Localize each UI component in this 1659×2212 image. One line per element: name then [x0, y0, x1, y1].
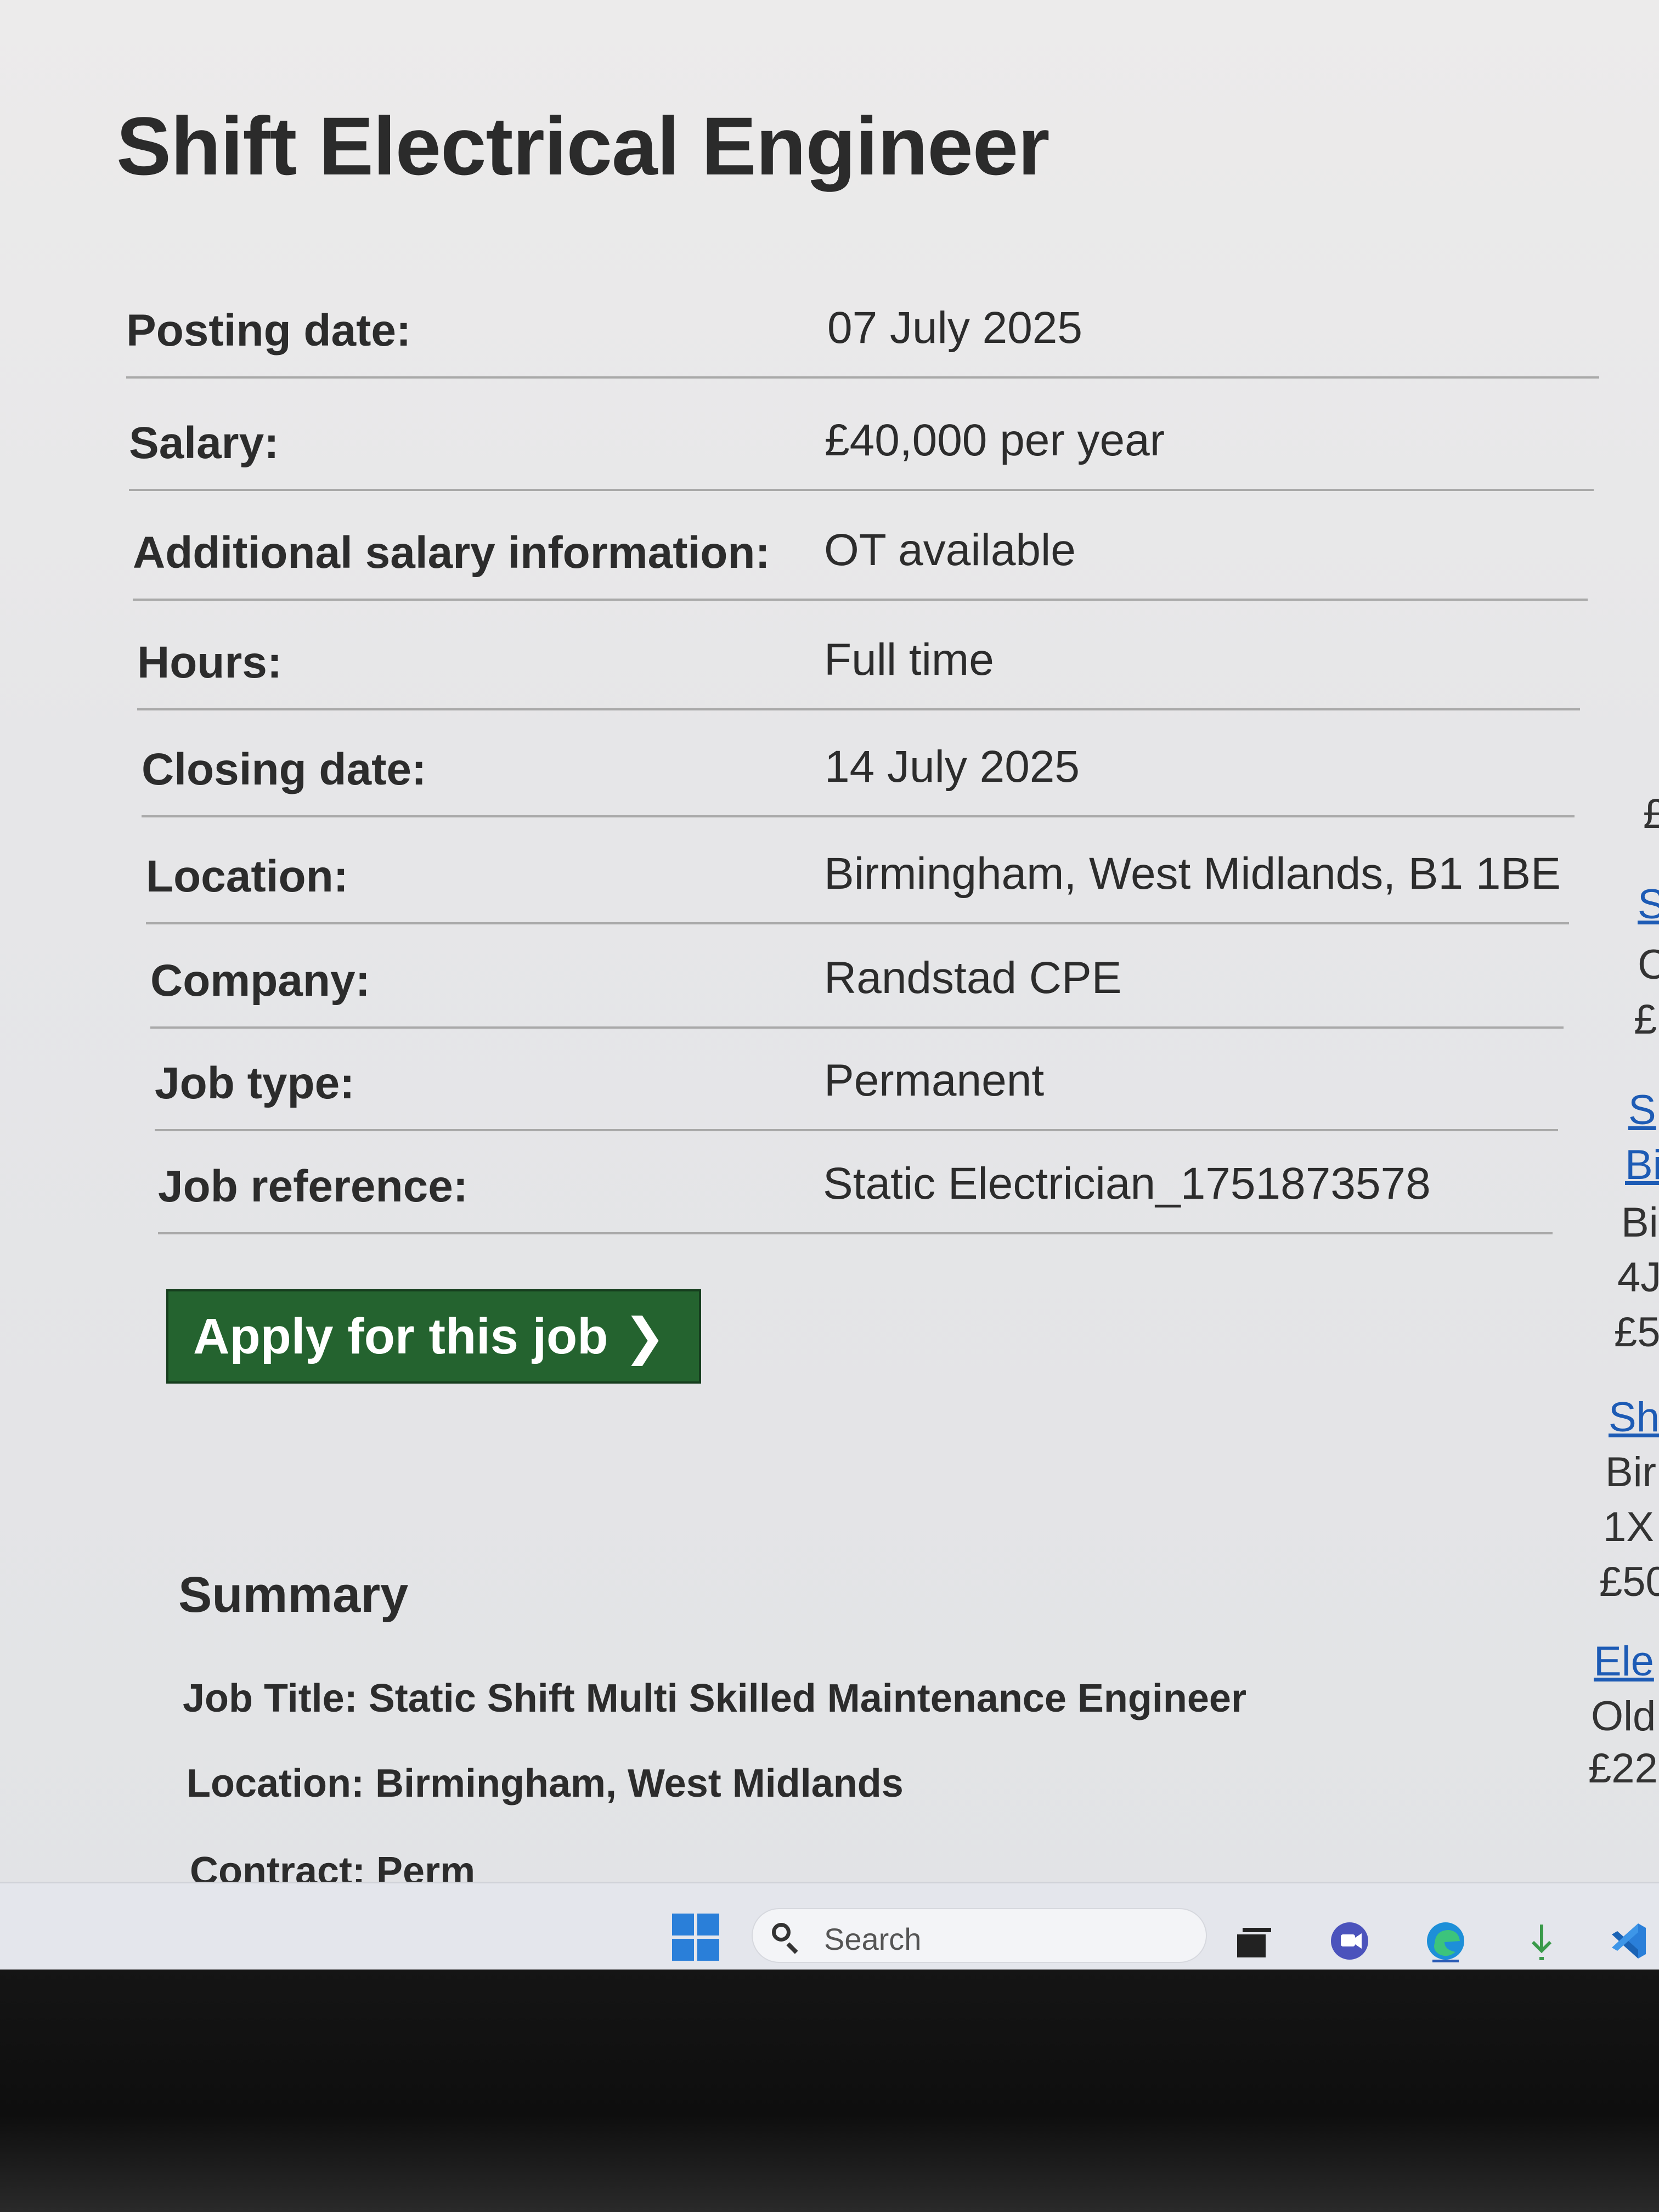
detail-row-additional-salary: Additional salary information: OT availa… — [133, 507, 1588, 601]
detail-row-job-reference: Job reference: Static Electrician_175187… — [158, 1141, 1553, 1234]
summary-location: Location: Birmingham, West Midlands — [187, 1762, 904, 1805]
detail-label: Closing date: — [142, 744, 427, 794]
search-placeholder: Search — [824, 1922, 922, 1956]
row-divider — [126, 376, 1599, 379]
sidebar-fragment: C — [1638, 941, 1659, 988]
row-divider — [158, 1232, 1553, 1234]
related-job-link[interactable]: Sh — [1609, 1393, 1659, 1441]
apply-button-label: Apply for this job — [193, 1308, 608, 1364]
detail-row-posting-date: Posting date: 07 July 2025 — [126, 285, 1599, 379]
detail-row-location: Location: Birmingham, West Midlands, B1 … — [146, 831, 1569, 924]
browser-viewport: Shift Electrical Engineer Posting date: … — [0, 0, 1659, 1970]
sidebar-fragment: £ — [1634, 996, 1657, 1043]
row-divider — [155, 1129, 1558, 1131]
row-divider — [129, 489, 1594, 491]
detail-row-job-type: Job type: Permanent — [155, 1038, 1558, 1131]
detail-label: Additional salary information: — [133, 528, 770, 578]
row-divider — [137, 708, 1580, 710]
windows-start-icon[interactable] — [672, 1914, 719, 1961]
detail-value: 14 July 2025 — [825, 742, 1080, 792]
start-tile — [672, 1939, 694, 1961]
detail-value: Birmingham, West Midlands, B1 1BE — [824, 849, 1561, 899]
detail-value: Permanent — [824, 1056, 1045, 1105]
detail-label: Company: — [150, 956, 370, 1006]
detail-value: £40,000 per year — [825, 415, 1165, 465]
sidebar-fragment: £5 — [1614, 1309, 1659, 1356]
detail-row-salary: Salary: £40,000 per year — [129, 398, 1594, 491]
sidebar-fragment: 1X — [1603, 1504, 1654, 1550]
sidebar-fragment: Old — [1591, 1693, 1656, 1740]
sidebar-fragment: Bi — [1621, 1199, 1658, 1246]
chat-icon[interactable] — [1328, 1919, 1372, 1963]
detail-label: Job reference: — [158, 1161, 469, 1211]
detail-value: Static Electrician_1751873578 — [823, 1159, 1431, 1209]
download-icon[interactable] — [1520, 1919, 1564, 1963]
related-job-link[interactable]: S — [1638, 881, 1659, 928]
detail-label: Salary: — [129, 418, 279, 468]
related-job-link[interactable]: Ele — [1594, 1638, 1654, 1685]
row-divider — [146, 922, 1569, 924]
detail-value: 07 July 2025 — [827, 303, 1083, 353]
detail-label: Job type: — [155, 1058, 355, 1108]
sidebar-fragment: £22 — [1588, 1745, 1658, 1792]
start-tile — [672, 1914, 694, 1936]
apply-for-job-button[interactable]: Apply for this job ❯ — [166, 1289, 701, 1384]
detail-label: Hours: — [137, 637, 283, 687]
start-tile — [697, 1914, 719, 1936]
related-job-link[interactable]: S — [1628, 1086, 1656, 1134]
taskbar-search-box[interactable]: Search — [752, 1908, 1207, 1963]
detail-row-closing-date: Closing date: 14 July 2025 — [142, 724, 1575, 817]
row-divider — [150, 1026, 1564, 1029]
chevron-right-icon: ❯ — [623, 1308, 666, 1365]
sidebar-fragment: £50 — [1599, 1559, 1659, 1605]
detail-row-hours: Hours: Full time — [137, 617, 1580, 710]
detail-value: OT available — [824, 525, 1076, 575]
row-divider — [142, 815, 1575, 817]
task-view-icon[interactable] — [1232, 1919, 1276, 1963]
detail-value: Randstad CPE — [824, 953, 1122, 1003]
edge-browser-icon[interactable] — [1424, 1919, 1468, 1963]
summary-heading: Summary — [178, 1567, 409, 1623]
windows-taskbar: Search — [0, 1882, 1659, 1970]
monitor-bezel — [0, 1970, 1659, 2212]
sidebar-fragment: Bir — [1605, 1449, 1656, 1496]
vscode-icon[interactable] — [1607, 1919, 1651, 1963]
sidebar-fragment: 4J — [1617, 1254, 1659, 1301]
related-job-link[interactable]: Bi — [1625, 1141, 1659, 1189]
summary-job-title: Job Title: Static Shift Multi Skilled Ma… — [183, 1677, 1246, 1720]
row-divider — [133, 599, 1588, 601]
sidebar-fragment: £ — [1643, 791, 1659, 837]
detail-value: Full time — [824, 635, 994, 685]
detail-row-company: Company: Randstad CPE — [150, 935, 1564, 1029]
search-icon — [772, 1923, 791, 1942]
detail-label: Posting date: — [126, 306, 411, 356]
detail-label: Location: — [146, 851, 348, 901]
job-details-list: Posting date: 07 July 2025 Salary: £40,0… — [0, 0, 1659, 1262]
start-tile — [697, 1939, 719, 1961]
